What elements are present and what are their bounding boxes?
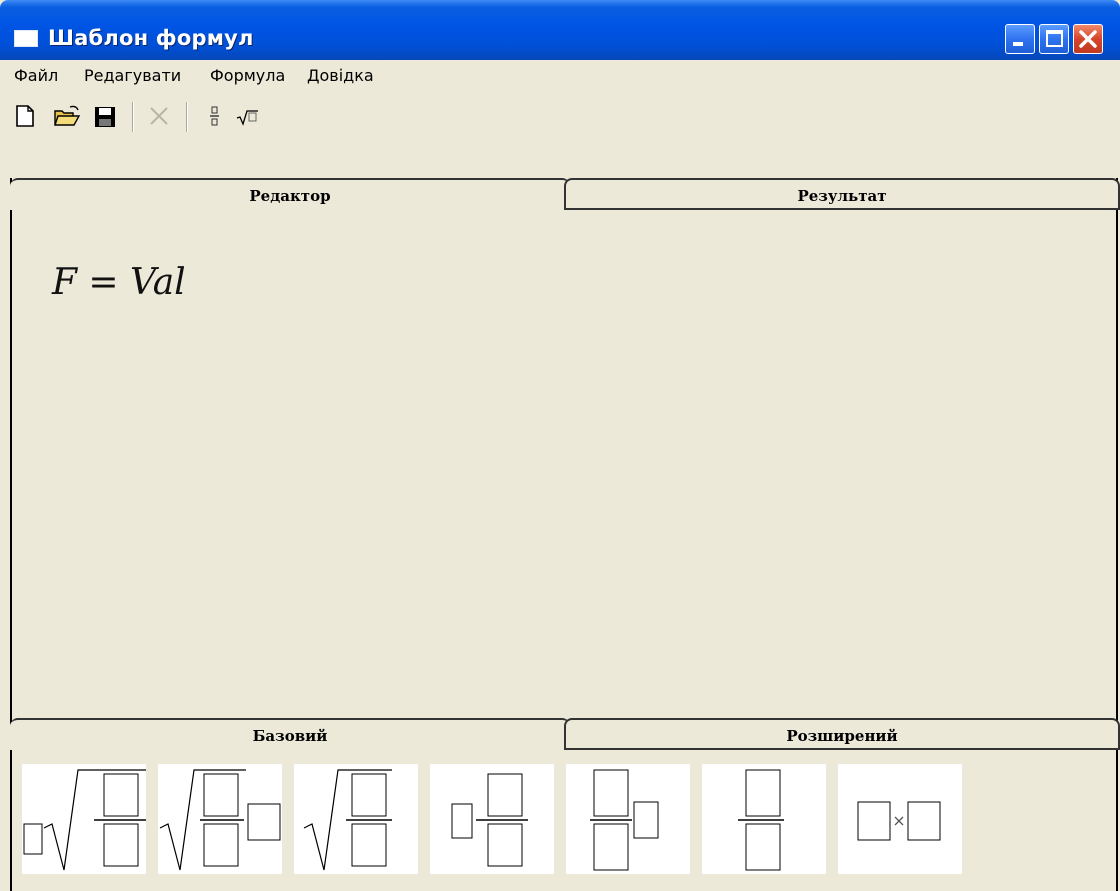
close-icon [1079, 30, 1097, 48]
template-root-with-index-fraction[interactable] [22, 764, 146, 874]
toolbar-separator [186, 102, 188, 132]
tab-extended[interactable]: Розширений [564, 718, 1120, 750]
root-fraction-icon [303, 769, 392, 871]
box-with-fraction-icon [451, 773, 528, 867]
sqrt-icon [236, 110, 258, 126]
menu-edit[interactable]: Редагувати [84, 66, 181, 85]
minimize-icon [1013, 42, 1023, 46]
insert-sqrt-button[interactable] [234, 102, 260, 130]
fraction-icon [738, 769, 784, 871]
tab-result[interactable]: Результат [564, 178, 1120, 210]
editor-tab-pane: Редактор Результат F = Val [10, 178, 1120, 720]
toolbar-separator [132, 102, 134, 132]
title-bar: Шаблон формул [0, 0, 1120, 60]
toolbar [0, 98, 1120, 136]
new-file-icon [16, 105, 34, 127]
formula-editor-area[interactable]: F = Val [12, 210, 1116, 718]
maximize-button[interactable] [1039, 24, 1069, 54]
formula-text[interactable]: F = Val [52, 262, 186, 303]
template-fraction[interactable] [702, 764, 826, 874]
delete-x-icon [150, 107, 168, 125]
fraction-icon [210, 106, 219, 126]
template-palette [10, 764, 1010, 876]
tab-basic[interactable]: Базовий [10, 718, 570, 750]
save-disk-icon [95, 107, 115, 127]
menu-help[interactable]: Довідка [307, 66, 374, 85]
delete-button[interactable] [146, 102, 172, 130]
menu-bar: Файл Редагувати Формула Довідка [0, 62, 1120, 90]
tab-editor[interactable]: Редактор [10, 178, 570, 210]
maximize-icon [1046, 30, 1063, 47]
open-file-button[interactable] [52, 102, 81, 130]
insert-fraction-button[interactable] [202, 102, 228, 130]
box-times-box-icon [857, 801, 941, 841]
template-box-with-fraction[interactable] [430, 764, 554, 874]
app-window-icon [14, 30, 38, 47]
save-button[interactable] [92, 102, 118, 130]
menu-file[interactable]: Файл [14, 66, 58, 85]
open-folder-icon [54, 105, 81, 126]
new-file-button[interactable] [12, 102, 38, 130]
root-fraction-with-box-icon [159, 769, 281, 871]
fraction-with-box-icon [590, 769, 659, 871]
template-box-times-box[interactable] [838, 764, 962, 874]
root-with-index-fraction-icon [23, 769, 146, 871]
template-fraction-with-box[interactable] [566, 764, 690, 874]
template-root-fraction[interactable] [294, 764, 418, 874]
template-root-fraction-with-box[interactable] [158, 764, 282, 874]
minimize-button[interactable] [1005, 24, 1035, 54]
window-title: Шаблон формул [48, 26, 254, 50]
close-button[interactable] [1073, 24, 1103, 54]
menu-formula[interactable]: Формула [210, 66, 285, 85]
